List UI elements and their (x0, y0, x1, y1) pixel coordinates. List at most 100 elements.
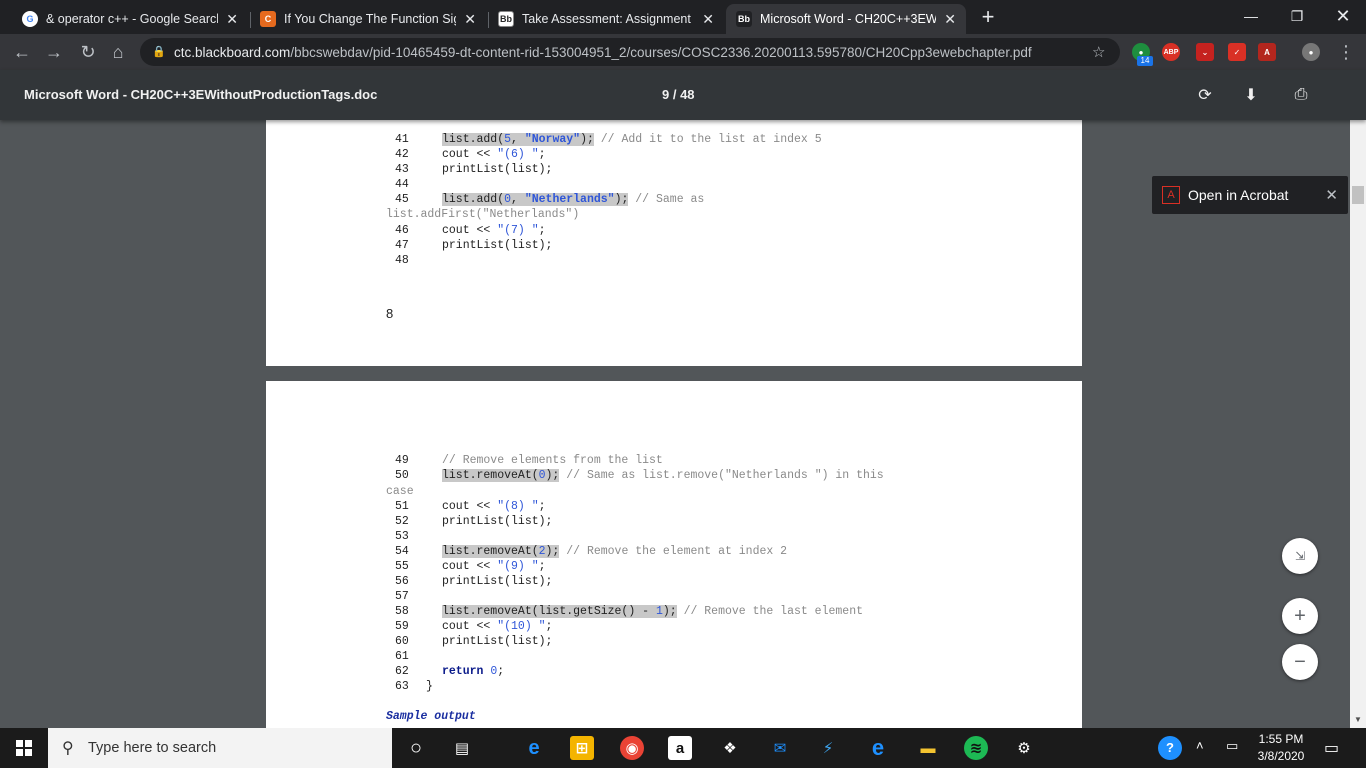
code-line: // Remove elements from the list (442, 454, 663, 467)
address-bar[interactable]: 🔒 ctc.blackboard.com/bbcswebdav/pid-1046… (140, 38, 1120, 66)
tab-microsoft-word-pdf[interactable]: Bb Microsoft Word - CH20C++3EWi ✕ (726, 4, 966, 34)
minimize-button[interactable]: — (1228, 0, 1274, 32)
search-placeholder: Type here to search (88, 740, 217, 756)
reload-button[interactable]: ↻ (76, 40, 100, 64)
page-number: 8 (386, 306, 394, 321)
line-number: 41 (395, 133, 409, 146)
browser-tab-strip: G & operator c++ - Google Search ✕ C If … (0, 0, 1366, 34)
line-number: 47 (395, 239, 409, 252)
code-line: list.removeAt(2); // Remove the element … (442, 545, 788, 558)
code-line-wrap: list.addFirst("Netherlands") (386, 208, 580, 221)
new-tab-button[interactable]: + (976, 6, 1000, 30)
forward-button[interactable]: → (42, 40, 66, 64)
code-line: cout << "(7) "; (442, 224, 546, 237)
url-host: ctc.blackboard.com (174, 44, 291, 60)
close-icon[interactable]: ✕ (702, 11, 714, 28)
code-line: printList(list); (442, 239, 553, 252)
chrome-icon[interactable]: ◉ (620, 736, 644, 760)
fit-to-page-button[interactable]: ⇲ (1282, 538, 1318, 574)
mail-icon[interactable]: ✉ (768, 736, 792, 760)
taskbar-search-box[interactable]: ⚲ Type here to search (48, 728, 392, 768)
pdf-page: 49 // Remove elements from the list 50 l… (266, 381, 1082, 728)
acrobat-extension-icon[interactable]: A (1258, 43, 1276, 61)
store-icon[interactable]: ⊞ (570, 736, 594, 760)
lock-icon: 🔒 (152, 46, 166, 58)
line-number: 46 (395, 224, 409, 237)
code-line-wrap: case (386, 485, 414, 498)
home-button[interactable]: ⌂ (106, 40, 130, 64)
code-line: printList(list); (442, 635, 553, 648)
code-line: cout << "(10) "; (442, 620, 553, 633)
menu-kebab-icon[interactable]: ⋮ (1334, 40, 1358, 64)
pdf-viewer[interactable]: 41 list.add(5, "Norway"); // Add it to t… (0, 120, 1350, 728)
profile-avatar[interactable]: ● (1302, 43, 1320, 61)
search-icon: ⚲ (62, 740, 74, 757)
blackboard-favicon-icon: Bb (736, 11, 752, 27)
back-button[interactable]: ← (10, 40, 34, 64)
close-icon[interactable]: ✕ (464, 11, 476, 28)
amazon-icon[interactable]: a (668, 736, 692, 760)
chevron-up-icon[interactable]: ˄ (1196, 738, 1204, 753)
notifications-icon[interactable]: ▭ (1324, 738, 1339, 758)
print-icon[interactable]: ⎙ (1290, 84, 1312, 106)
internet-explorer-icon[interactable]: e (866, 735, 890, 760)
close-icon[interactable]: ✕ (226, 11, 238, 28)
restore-button[interactable]: ❐ (1274, 0, 1320, 32)
zoom-in-button[interactable]: + (1282, 598, 1318, 634)
pdf-page: 41 list.add(5, "Norway"); // Add it to t… (266, 120, 1082, 366)
start-button[interactable] (0, 728, 48, 768)
site-favicon-icon: C (260, 11, 276, 27)
extension-red-icon[interactable]: ✓ (1228, 43, 1246, 61)
line-number: 49 (395, 454, 409, 467)
edge-icon[interactable]: e (522, 736, 546, 760)
sample-output-heading: Sample output (386, 710, 476, 723)
line-number: 48 (395, 254, 409, 267)
system-clock[interactable]: 1:55 PM 3/8/2020 (1250, 731, 1312, 765)
code-line: printList(list); (442, 163, 553, 176)
spotify-icon[interactable]: ≋ (964, 736, 988, 760)
visual-studio-icon[interactable]: ⚡ (816, 736, 840, 760)
code-line: list.removeAt(list.getSize() - 1); // Re… (442, 605, 863, 618)
file-explorer-icon[interactable]: ▬ (916, 736, 940, 760)
line-number: 45 (395, 193, 409, 206)
bookmark-star-icon[interactable]: ☆ (1092, 43, 1112, 61)
line-number: 58 (395, 605, 409, 618)
open-in-acrobat-label[interactable]: Open in Acrobat (1188, 187, 1325, 203)
tab-title: Microsoft Word - CH20C++3EWi (760, 12, 937, 26)
close-icon[interactable]: ✕ (944, 11, 956, 28)
vertical-scrollbar[interactable] (1350, 70, 1366, 728)
url-text[interactable]: ctc.blackboard.com/bbcswebdav/pid-104654… (174, 45, 1092, 60)
clock-date: 3/8/2020 (1257, 749, 1305, 763)
adblock-icon[interactable]: ABP (1162, 43, 1180, 61)
line-number: 56 (395, 575, 409, 588)
scrollbar-thumb[interactable] (1352, 186, 1364, 204)
close-icon[interactable]: ✕ (1325, 186, 1338, 204)
dropbox-icon[interactable]: ❖ (718, 736, 742, 760)
battery-icon[interactable]: ▭ (1226, 738, 1238, 754)
help-icon[interactable]: ? (1158, 736, 1182, 760)
rotate-icon[interactable]: ⟳ (1194, 84, 1216, 106)
cortana-icon[interactable]: ○ (404, 736, 428, 760)
tab-title: & operator c++ - Google Search (46, 12, 219, 26)
scroll-down-arrow-icon[interactable]: ▼ (1350, 712, 1366, 728)
extension-badge: 14 (1137, 56, 1153, 66)
download-icon[interactable]: ⬇ (1240, 84, 1262, 106)
line-number: 42 (395, 148, 409, 161)
page-indicator[interactable]: 9 / 48 (662, 87, 695, 102)
zoom-out-button[interactable]: − (1282, 644, 1318, 680)
open-in-acrobat-popup[interactable]: A Open in Acrobat ✕ (1152, 176, 1348, 214)
browser-toolbar: ← → ↻ ⌂ 🔒 ctc.blackboard.com/bbcswebdav/… (0, 34, 1366, 70)
tab-function-signature[interactable]: C If You Change The Function Signa ✕ (250, 4, 486, 34)
tab-google-search[interactable]: G & operator c++ - Google Search ✕ (12, 4, 248, 34)
line-number: 50 (395, 469, 409, 482)
pdf-title: Microsoft Word - CH20C++3EWithoutProduct… (24, 87, 378, 102)
line-number: 43 (395, 163, 409, 176)
task-view-icon[interactable]: ▤ (450, 736, 474, 760)
close-window-button[interactable]: ✕ (1320, 0, 1366, 32)
pocket-icon[interactable]: ⌄ (1196, 43, 1214, 61)
settings-gear-icon[interactable]: ⚙ (1012, 736, 1036, 760)
code-line: cout << "(8) "; (442, 500, 546, 513)
tab-take-assessment[interactable]: Bb Take Assessment: Assignment 2: I ✕ (488, 4, 724, 34)
line-number: 44 (395, 178, 409, 191)
code-line: list.add(5, "Norway"); // Add it to the … (442, 133, 822, 146)
